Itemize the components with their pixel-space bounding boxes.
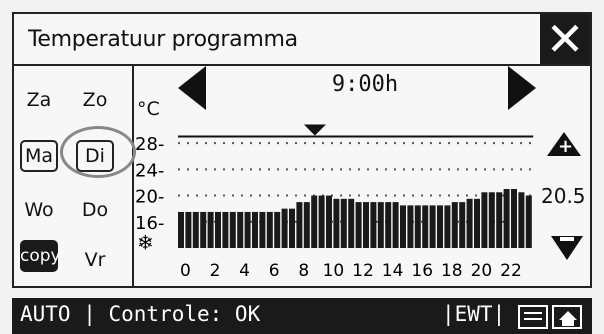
y-tick-label: 24- xyxy=(135,160,164,181)
bar-21 xyxy=(488,192,495,248)
day-za[interactable]: Za xyxy=(20,84,58,116)
bar-9 xyxy=(311,195,318,248)
bar-18.5 xyxy=(451,202,458,248)
day-wo[interactable]: Wo xyxy=(20,194,58,226)
selected-time: 9:00h xyxy=(331,72,399,97)
time-cursor-marker xyxy=(303,124,326,136)
bar-22.5 xyxy=(511,189,517,248)
bar-1 xyxy=(192,211,199,248)
bar-5.5 xyxy=(259,211,266,248)
bar-19.5 xyxy=(466,198,473,248)
x-tick-label: 12 xyxy=(352,261,374,280)
bar-12 xyxy=(355,202,362,248)
bar-16 xyxy=(414,205,421,248)
next-time-arrow-icon[interactable] xyxy=(508,66,536,110)
x-axis-ticks: 0 2 4 6 8 10 12 14 16 18 20 22 xyxy=(180,261,522,280)
bar-9.5 xyxy=(318,195,325,248)
bar-17.5 xyxy=(437,205,443,248)
minus-icon xyxy=(560,237,574,241)
x-tick-label: 0 xyxy=(180,261,191,280)
bar-3.5 xyxy=(229,211,236,248)
bar-10 xyxy=(326,195,332,248)
bar-6 xyxy=(266,211,273,248)
bar-4.5 xyxy=(244,211,251,248)
y-axis-ticks: 28-24-20-16- xyxy=(135,134,164,234)
x-tick-label: 2 xyxy=(210,261,221,280)
bar-5 xyxy=(252,211,258,248)
x-tick-label: 16 xyxy=(411,261,433,280)
status-text: AUTO | Controle: OK xyxy=(20,302,261,326)
setpoint-value: 20.5 xyxy=(541,184,586,208)
bar-11 xyxy=(340,198,347,248)
bar-7.5 xyxy=(289,208,295,248)
bar-22 xyxy=(503,189,510,248)
bar-13.5 xyxy=(377,202,384,248)
bar-23.5 xyxy=(525,195,532,248)
chart-bars xyxy=(178,189,532,248)
x-tick-label: 20 xyxy=(471,261,493,280)
bar-15 xyxy=(400,205,406,248)
day-zo[interactable]: Zo xyxy=(76,84,114,116)
bar-8 xyxy=(296,202,303,248)
sliders-icon[interactable] xyxy=(518,305,548,329)
x-tick-label: 14 xyxy=(382,261,404,280)
bar-13 xyxy=(370,202,377,248)
bar-16.5 xyxy=(422,205,429,248)
bar-17 xyxy=(429,205,436,248)
snowflake-icon: ❄ xyxy=(137,230,154,254)
plus-icon: + xyxy=(558,136,574,157)
bar-21.5 xyxy=(496,192,503,248)
day-do[interactable]: Do xyxy=(76,194,114,226)
bar-18 xyxy=(444,205,451,248)
x-tick-label: 4 xyxy=(239,261,250,280)
previous-time-arrow-icon[interactable] xyxy=(178,66,206,110)
day-vr[interactable]: Vr xyxy=(76,244,114,276)
x-tick-label: 6 xyxy=(269,261,280,280)
page-title: Temperatuur programma xyxy=(28,27,298,52)
bar-14 xyxy=(385,202,392,248)
bar-20 xyxy=(474,198,480,248)
bar-7 xyxy=(281,208,288,248)
bar-2 xyxy=(207,211,214,248)
bar-4 xyxy=(237,211,244,248)
bar-2.5 xyxy=(215,211,221,248)
y-tick-label: 28- xyxy=(135,134,164,155)
bar-3 xyxy=(222,211,229,248)
status-bar: AUTO | Controle: OK |EWT| xyxy=(12,298,592,334)
y-tick-label: 20- xyxy=(135,187,164,208)
title-bar: Temperatuur programma ✕ xyxy=(14,14,590,66)
close-icon[interactable]: ✕ xyxy=(540,14,590,64)
bar-19 xyxy=(459,202,466,248)
day-ma[interactable]: Ma xyxy=(20,140,58,172)
bar-10.5 xyxy=(333,198,340,248)
bar-12.5 xyxy=(363,202,369,248)
copy-button[interactable]: copy xyxy=(20,240,61,272)
selected-day-ring xyxy=(60,126,136,178)
bar-0.5 xyxy=(185,211,192,248)
bar-23 xyxy=(518,192,525,248)
bar-15.5 xyxy=(407,205,414,248)
bar-8.5 xyxy=(303,202,310,248)
x-tick-label: 10 xyxy=(323,261,345,280)
x-tick-label: 18 xyxy=(441,261,463,280)
home-icon[interactable] xyxy=(552,305,582,329)
bar-20.5 xyxy=(481,192,488,248)
x-tick-label: 8 xyxy=(298,261,309,280)
x-tick-label: 22 xyxy=(500,261,522,280)
bar-6.5 xyxy=(274,211,281,248)
bar-11.5 xyxy=(348,198,355,248)
temperature-program-chart[interactable]: 28-24-20-16- 0 2 4 6 8 10 12 14 16 18 20 22 ❄ xyxy=(130,110,540,280)
bar-14.5 xyxy=(392,202,399,248)
ewt-button[interactable]: |EWT| xyxy=(442,302,505,326)
bar-0 xyxy=(178,211,184,248)
day-selector: Za Zo Ma Di Wo Do copy Vr xyxy=(14,64,136,288)
bar-1.5 xyxy=(200,211,207,248)
